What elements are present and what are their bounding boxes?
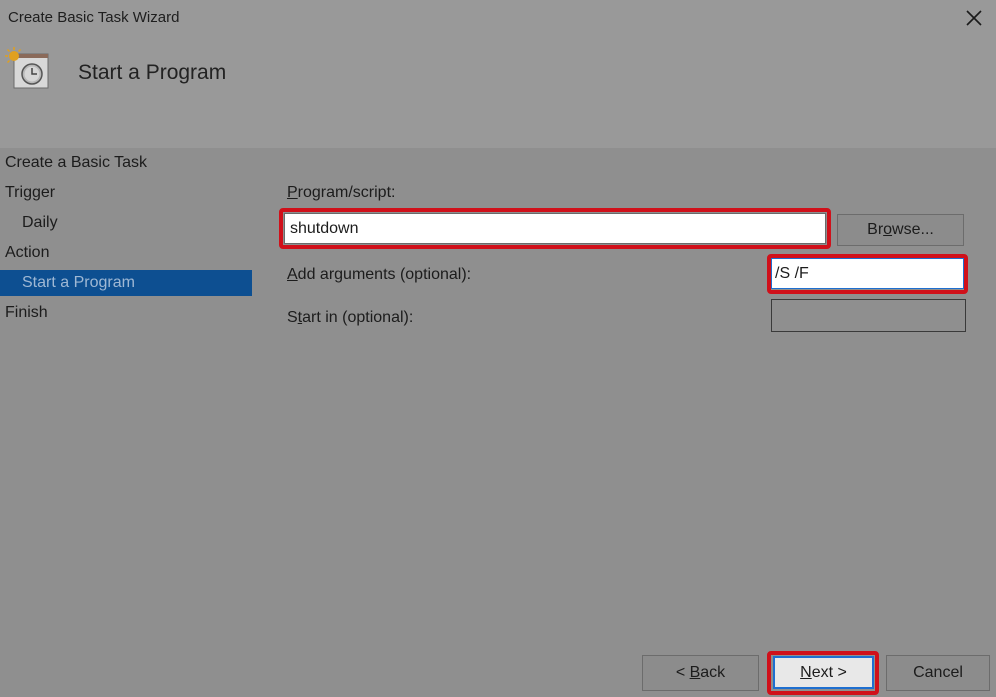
task-scheduler-clock-icon xyxy=(5,47,49,89)
step-action: Action xyxy=(0,238,252,268)
input-value: shutdown xyxy=(290,219,359,237)
mnemonic: B xyxy=(689,664,701,681)
step-start-a-program: Start a Program xyxy=(0,270,252,296)
add-arguments-input[interactable]: /S /F xyxy=(771,258,964,289)
start-in-input[interactable] xyxy=(771,299,966,332)
step-trigger: Trigger xyxy=(0,178,252,208)
step-label: Trigger xyxy=(5,184,56,201)
mnemonic: A xyxy=(287,266,298,283)
btn-text: < xyxy=(675,664,690,681)
next-button[interactable]: Next > xyxy=(773,656,874,689)
page-title: Start a Program xyxy=(78,61,227,84)
wizard-header: Start a Program xyxy=(0,36,996,148)
wizard-steps: Create a Basic Task Trigger Daily Action… xyxy=(0,148,252,328)
program-script-label: Program/script: xyxy=(287,184,395,202)
window-title: Create Basic Task Wizard xyxy=(8,9,180,26)
cancel-button[interactable]: Cancel xyxy=(886,655,990,691)
step-finish: Finish xyxy=(0,298,252,328)
title-bar: Create Basic Task Wizard xyxy=(0,0,996,36)
mnemonic: N xyxy=(800,663,812,681)
btn-text: Br xyxy=(867,221,884,238)
label-text: art in (optional): xyxy=(302,309,414,326)
close-button[interactable] xyxy=(960,4,988,32)
btn-text: Cancel xyxy=(913,664,963,681)
step-label: Action xyxy=(5,244,50,261)
browse-button[interactable]: Br o wse... xyxy=(837,214,964,246)
step-label: Create a Basic Task xyxy=(5,154,147,171)
btn-text: ack xyxy=(700,664,726,681)
step-label: Start a Program xyxy=(22,274,135,291)
btn-text: wse... xyxy=(892,221,934,238)
close-icon xyxy=(966,10,982,26)
input-value: /S /F xyxy=(775,264,809,282)
start-in-label: Start in (optional): xyxy=(287,309,413,327)
btn-text: ext > xyxy=(811,663,847,681)
step-daily: Daily xyxy=(0,208,252,238)
step-create-basic-task: Create a Basic Task xyxy=(0,148,252,178)
wizard-content: Create a Basic Task Trigger Daily Action… xyxy=(0,148,996,697)
add-arguments-label: Add arguments (optional): xyxy=(287,266,471,284)
step-label: Daily xyxy=(22,214,58,231)
label-text: S xyxy=(287,309,298,326)
label-text: dd arguments (optional): xyxy=(297,266,472,283)
program-script-input[interactable]: shutdown xyxy=(284,213,826,244)
back-button[interactable]: < Back xyxy=(642,655,759,691)
label-text: rogram/script: xyxy=(297,184,396,201)
mnemonic: P xyxy=(287,184,298,201)
mnemonic: o xyxy=(883,221,893,238)
step-label: Finish xyxy=(5,304,48,321)
